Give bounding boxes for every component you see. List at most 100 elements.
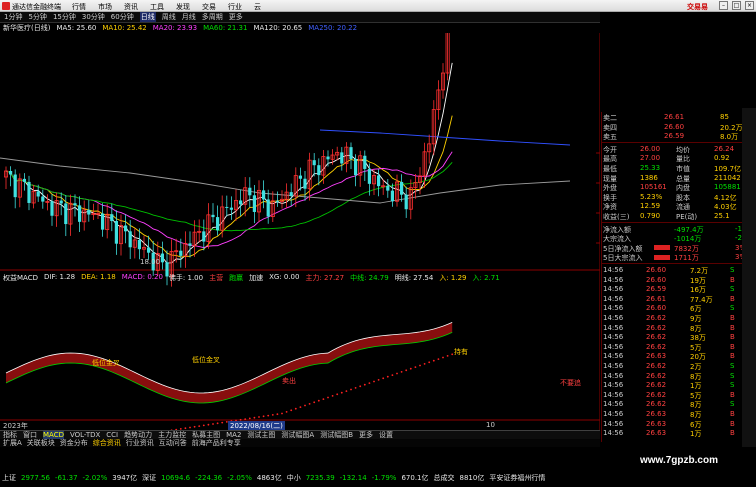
tab-60min[interactable]: 60分钟 [111, 12, 134, 22]
dotted-signal [373, 380, 375, 383]
sh-value: 2977.56 [21, 474, 50, 482]
dotted-signal [419, 364, 421, 367]
sh-label[interactable]: 上证 [2, 473, 16, 483]
dotted-signal [386, 375, 389, 378]
dotted-signal [262, 415, 265, 418]
dotted-signal [304, 404, 306, 407]
tick-row-cell: B [730, 342, 735, 351]
dotted-signal [290, 409, 293, 412]
maximize-icon[interactable]: □ [732, 1, 741, 10]
dotted-signal [193, 425, 196, 428]
kline-chart[interactable]: 22.0021.0020.0019.0023.00 [0, 33, 600, 483]
tick-row: 14:56 26.61 77.4万 B [602, 294, 756, 304]
candle-body-down [124, 225, 128, 232]
sz-label[interactable]: 深证 [142, 473, 156, 483]
menu-industry[interactable]: 行业 [228, 2, 242, 12]
macd-histogram-bar [202, 373, 205, 395]
tick-row: 14:56 26.62 5万 B [602, 342, 756, 352]
quote-panel: 卖二 26.61 85 卖四 26.60 20.2万 卖五 26.59 8.0万 今开 26.00 均… [601, 112, 756, 442]
tick-row-cell: 14:56 [603, 314, 624, 322]
dotted-signal [437, 358, 440, 360]
candle-body-down [50, 201, 54, 216]
menu-discover[interactable]: 发现 [176, 2, 190, 12]
broker-name: 平安证券福州行情 [489, 474, 546, 482]
menu-news[interactable]: 资讯 [124, 2, 138, 12]
tab-15min[interactable]: 15分钟 [53, 12, 76, 22]
macd-histogram-bar [372, 361, 376, 373]
tab-1min[interactable]: 1分钟 [4, 12, 22, 22]
tick-row-cell: B [730, 323, 735, 332]
dotted-signal [354, 387, 357, 389]
tick-row-cell: S [730, 304, 735, 313]
menu-tools[interactable]: 工具 [150, 2, 164, 12]
tick-row-cell: 26.63 [646, 429, 667, 438]
tab-more[interactable]: 更多 [229, 12, 243, 22]
quote-row: 收益(三) 0.790 PE(动) 25.1 [602, 211, 756, 221]
tick-row-cell: B [730, 419, 735, 428]
menu-quotes[interactable]: 行情 [72, 2, 86, 12]
dea-value: DEA: 1.18 [81, 273, 116, 281]
candle-body-down [64, 203, 68, 225]
ma10-value: MA10: 25.42 [102, 24, 147, 32]
dotted-signal [432, 359, 435, 362]
macd-histogram-bar [198, 373, 201, 395]
menu-trade[interactable]: 交易 [202, 2, 216, 12]
candle-body-down [349, 147, 353, 159]
macd-histogram-bar [345, 352, 348, 373]
dotted-signal [212, 423, 214, 425]
tab-multi[interactable]: 多周期 [202, 12, 223, 22]
tab-5min[interactable]: 5分钟 [28, 12, 46, 22]
date-label-10: 10 [486, 421, 495, 429]
quote-row-cell: 5.23% [640, 192, 663, 201]
trade-button[interactable]: 交易易 [687, 2, 708, 12]
quote-row: 净资 12.59 流通 4.03亿 [602, 201, 756, 211]
tick-row: 14:56 26.62 8万 B [602, 323, 756, 333]
candle-body-down [262, 190, 266, 200]
dotted-signal [345, 390, 348, 392]
candle-body-down [317, 165, 321, 176]
tick-row-cell: B [730, 352, 735, 361]
dotted-signal [446, 355, 449, 357]
minimize-icon[interactable]: – [719, 1, 728, 10]
tick-row-cell: 14:56 [603, 352, 624, 361]
sh-pct: -2.02% [82, 474, 108, 482]
tab-30min[interactable]: 30分钟 [82, 12, 105, 22]
dotted-signal [327, 396, 329, 399]
menu-cloud[interactable]: 云 [254, 2, 261, 12]
macd-histogram-bar [368, 359, 371, 373]
macd-histogram-bar [395, 360, 399, 373]
chart-grid [0, 33, 600, 483]
macd-value: MACD: 0.20 [121, 273, 163, 281]
tick-row-cell: B [730, 314, 735, 322]
dotted-signal [253, 416, 256, 419]
candle-body-down [147, 247, 151, 253]
menu-market[interactable]: 市场 [98, 2, 112, 12]
tick-row-cell: 26.62 [646, 333, 667, 342]
tick-row-cell: 14:56 [603, 410, 624, 418]
status-bar: www.7gpzb.com 上证 2977.56 -61.37 -2.02% 3… [0, 447, 756, 487]
ask-row-cell: 8.0万 [720, 133, 739, 142]
candle-body-down [188, 243, 192, 246]
zm-value: 主营 [209, 274, 224, 282]
tab-daily[interactable]: 日线 [139, 12, 156, 22]
dotted-signal [202, 424, 205, 427]
dotted-signal [244, 418, 247, 420]
side-scrollbar[interactable] [742, 108, 756, 453]
dotted-signal [414, 366, 417, 368]
tab-monthly[interactable]: 月线 [182, 12, 196, 22]
sz-value: 10694.6 [161, 474, 191, 482]
extension-tabs: 扩展A 关联板块 资金分布 综合资讯 行业资讯 互动问答 前海产品利专享 [0, 439, 600, 447]
tick-row-cell: 14:56 [603, 323, 624, 332]
annot-sell: 卖出 [282, 377, 296, 385]
dotted-signal [267, 414, 270, 417]
tick-row-cell: 26.62 [646, 314, 667, 322]
candle-body-down [266, 199, 270, 217]
zx-label[interactable]: 中小 [287, 473, 301, 483]
tick-row-cell: S [730, 400, 735, 409]
candle-body-down [22, 178, 26, 182]
sh-amount: 3947亿 [112, 474, 138, 482]
close-icon[interactable]: × [745, 1, 754, 10]
candle-body-down [303, 178, 307, 189]
candle-body-down [216, 217, 220, 231]
tab-weekly[interactable]: 周线 [162, 12, 176, 22]
